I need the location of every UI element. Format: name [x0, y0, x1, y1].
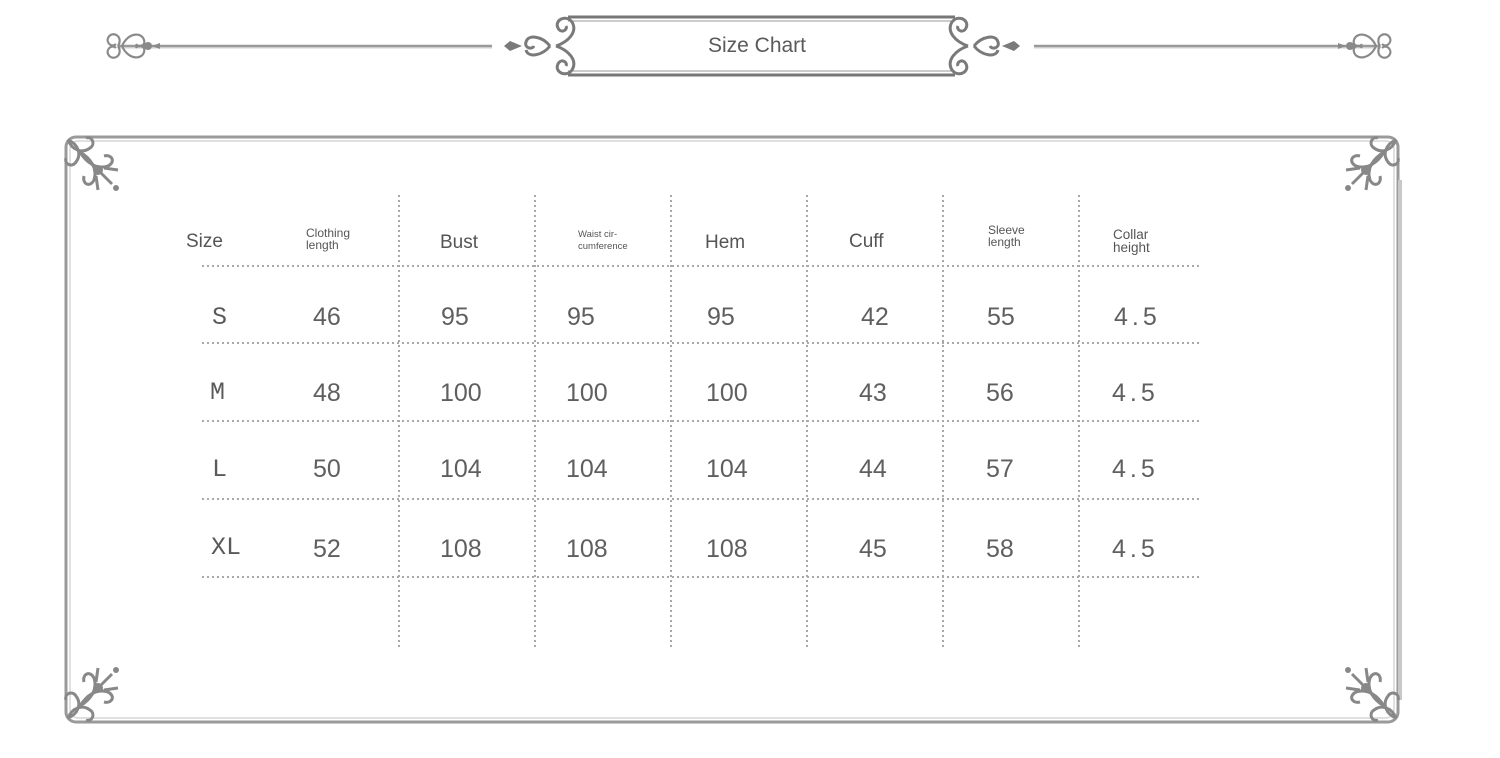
row-l-cuff: 44: [859, 455, 887, 483]
row-m-sleeve-length: 56: [986, 379, 1014, 407]
row-m-cuff: 43: [859, 379, 887, 407]
header-clothing-length: Clothing length: [306, 227, 350, 251]
table-grid: [202, 195, 1200, 648]
header-size: Size: [186, 231, 223, 252]
corner-flourish-icon: [1343, 665, 1400, 722]
row-l-bust: 104: [440, 455, 482, 483]
row-l-waist: 104: [566, 455, 608, 483]
row-m-waist: 100: [566, 379, 608, 407]
row-s-clothing-length: 46: [313, 303, 341, 331]
row-l-hem: 104: [706, 455, 748, 483]
row-xl-collar-height: 4.5: [1112, 535, 1159, 563]
row-l-size: L: [212, 455, 228, 484]
row-s-cuff: 42: [861, 303, 889, 331]
row-xl-size: XL: [211, 533, 242, 562]
row-s-sleeve-length: 55: [987, 303, 1015, 331]
row-xl-hem: 108: [706, 535, 748, 563]
header-clothing-length-line2: length: [306, 238, 339, 252]
header-bust: Bust: [440, 232, 479, 253]
row-m-clothing-length: 48: [313, 379, 341, 407]
header-sleeve-length: Sleeve length: [988, 224, 1025, 248]
row-xl-clothing-length: 52: [313, 535, 341, 563]
row-xl-waist: 108: [566, 535, 608, 563]
header-waist-line1: Waist cir-: [578, 229, 618, 240]
page-title: Size Chart: [707, 34, 807, 57]
scroll-swirl-icon: [948, 16, 1022, 76]
row-m-collar-height: 4.5: [1112, 379, 1159, 407]
row-xl-cuff: 45: [859, 535, 887, 563]
row-s-hem: 95: [707, 303, 735, 331]
right-header-line: [1034, 44, 1380, 49]
row-l-collar-height: 4.5: [1112, 455, 1159, 483]
row-s-waist: 95: [567, 303, 595, 331]
header-sleeve-length-line2: length: [988, 235, 1021, 249]
row-m-hem: 100: [706, 379, 748, 407]
scroll-swirl-icon: [502, 16, 576, 76]
header-waist-line2: cumference: [578, 241, 628, 252]
row-xl-sleeve-length: 58: [986, 535, 1014, 563]
corner-flourish-icon: [1343, 136, 1400, 193]
row-xl-bust: 108: [440, 535, 482, 563]
corner-flourish-icon: [64, 665, 121, 722]
table-frame: [64, 135, 1402, 724]
row-l-clothing-length: 50: [313, 455, 341, 483]
row-m-size: M: [210, 378, 226, 407]
header-collar-height-line2: height: [1113, 240, 1150, 255]
header-collar-height: Collar height: [1113, 228, 1150, 255]
row-l-sleeve-length: 57: [986, 455, 1014, 483]
row-s-size: S: [212, 303, 228, 332]
row-m-bust: 100: [440, 379, 482, 407]
header-waist: Waist cir- cumference: [578, 229, 628, 253]
left-header-line: [118, 44, 492, 49]
row-s-bust: 95: [441, 303, 469, 331]
row-s-collar-height: 4.5: [1114, 303, 1161, 331]
header-cuff: Cuff: [849, 231, 884, 252]
header-hem: Hem: [705, 232, 746, 253]
corner-flourish-icon: [64, 136, 121, 193]
